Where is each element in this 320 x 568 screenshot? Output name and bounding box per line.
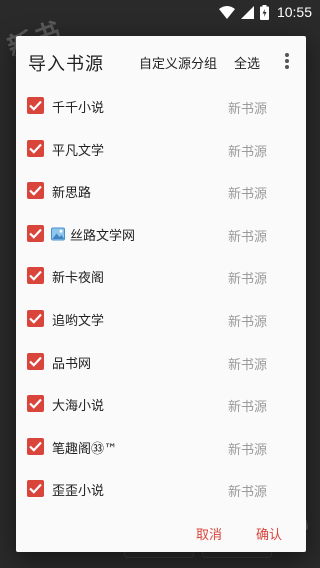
checkbox-checked[interactable] [27,395,44,413]
check-icon [29,228,42,239]
check-icon [29,356,42,367]
source-row[interactable]: 新卡夜阁 新书源 [16,258,306,294]
status-bar: 10:55 [0,0,320,24]
source-row[interactable]: 追哟文学 新书源 [16,301,306,337]
select-all-button[interactable]: 全选 [234,53,260,72]
source-row[interactable]: 大海小说 新书源 [16,386,306,422]
checkbox-checked[interactable] [27,182,44,200]
checkbox-checked[interactable] [27,224,44,242]
source-row[interactable]: 千千小说 新书源 [16,88,306,124]
custom-group-button[interactable]: 自定义源分组 [139,53,217,72]
checkbox-checked[interactable] [27,267,44,285]
check-icon [29,185,42,196]
signal-icon [240,5,254,19]
source-row[interactable]: 品书网 新书源 [16,344,306,380]
confirm-button[interactable]: 确认 [256,524,282,543]
check-icon [29,313,42,324]
checkbox-checked[interactable] [27,352,44,370]
source-name: 新思路 [52,186,92,202]
check-icon [29,484,42,495]
source-row[interactable]: 笔趣阁㉝™ 新书源 [16,429,306,465]
cancel-button[interactable]: 取消 [196,524,222,543]
dialog-footer: 取消 确认 [16,518,306,548]
check-icon [29,441,42,452]
source-tag: 新书源 [228,357,268,373]
source-tag: 新书源 [228,272,268,288]
source-row[interactable]: 平凡文学 新书源 [16,131,306,167]
dialog-title: 导入书源 [28,54,104,75]
source-row[interactable]: 歪歪小说 新书源 [16,471,306,507]
checkbox-checked[interactable] [27,437,44,455]
import-source-dialog: 导入书源 自定义源分组 全选 千千小说 新书源 平凡文学 新书源 新思路 新书源 丝路文学网… [16,36,306,552]
source-name: 平凡文学 [52,143,105,159]
source-tag: 新书源 [228,144,268,160]
source-name: 千千小说 [52,101,105,116]
dialog-header: 导入书源 自定义源分组 全选 [16,36,306,86]
source-tag: 新书源 [228,400,268,416]
source-row[interactable]: 丝路文学网 新书源 [16,216,306,252]
check-icon [29,143,42,154]
source-name: 追哟文学 [52,314,105,329]
source-name: 大海小说 [52,399,105,415]
source-tag: 新书源 [228,102,268,117]
source-row[interactable]: 新思路 新书源 [16,173,306,209]
battery-charging-icon [259,4,269,20]
source-name: 品书网 [52,356,92,372]
wifi-icon [218,5,235,19]
source-name: 新卡夜阁 [52,271,105,287]
source-tag: 新书源 [228,229,268,245]
checkbox-checked[interactable] [27,139,44,157]
check-icon [29,271,42,282]
more-vert-icon[interactable] [280,51,294,71]
checkbox-checked[interactable] [27,97,44,114]
source-name: 丝路文学网 [70,228,136,244]
source-name: 歪歪小说 [52,484,105,500]
source-name: 笔趣阁㉝™ [52,441,118,457]
source-tag: 新书源 [228,315,268,330]
checkbox-checked[interactable] [27,480,44,498]
source-tag: 新书源 [228,442,268,458]
clock-time: 10:55 [276,4,312,20]
image-emoji-icon [51,226,65,241]
checkbox-checked[interactable] [27,310,44,327]
check-icon [29,100,42,111]
source-tag: 新书源 [228,187,268,203]
source-tag: 新书源 [228,485,268,501]
check-icon [29,398,42,409]
